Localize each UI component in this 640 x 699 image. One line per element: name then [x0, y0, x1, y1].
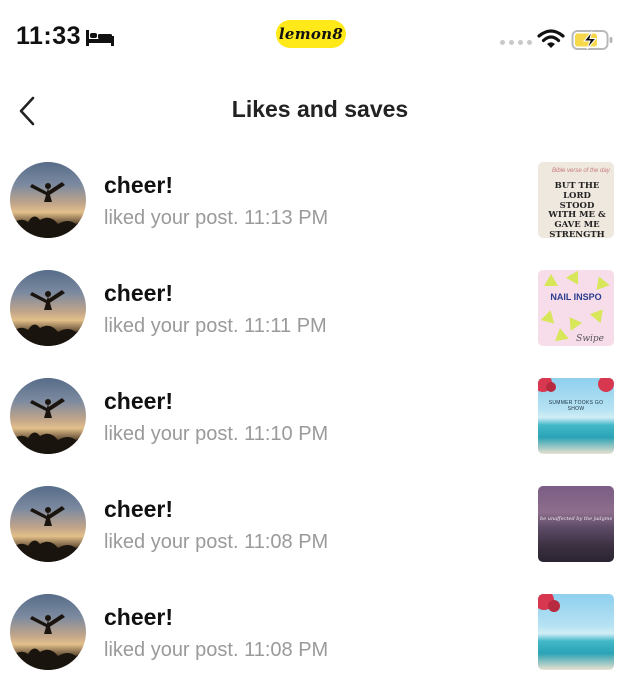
thumb-caption: Bible verse of the day — [552, 168, 610, 174]
status-time: 11:33 — [16, 22, 82, 50]
notification-row[interactable]: cheer! liked your post. 11:13 PM Bible v… — [0, 156, 640, 264]
post-thumbnail[interactable]: SUMMER TOOKS GO SHOW — [538, 378, 614, 454]
user-name[interactable]: cheer! — [104, 388, 173, 415]
thumb-quote: BUT THE LORD STOOD WITH ME & GAVE ME STR… — [548, 181, 606, 238]
avatar[interactable] — [10, 594, 86, 670]
user-name[interactable]: cheer! — [104, 172, 173, 199]
user-name[interactable]: cheer! — [104, 604, 173, 631]
notification-text: liked your post. 11:11 PM — [104, 315, 327, 338]
avatar[interactable] — [10, 378, 86, 454]
notification-row[interactable]: cheer! liked your post. 11:08 PM be unaf… — [0, 480, 640, 588]
notification-action: liked your post. — [104, 207, 239, 229]
user-name[interactable]: cheer! — [104, 280, 173, 307]
notification-text: liked your post. 11:08 PM — [104, 639, 328, 662]
notification-list: cheer! liked your post. 11:13 PM Bible v… — [0, 156, 640, 696]
avatar[interactable] — [10, 270, 86, 346]
post-thumbnail[interactable]: be unaffected by the judgment of others — [538, 486, 614, 562]
post-thumbnail[interactable]: Bible verse of the day BUT THE LORD STOO… — [538, 162, 614, 238]
notification-text: liked your post. 11:13 PM — [104, 207, 328, 230]
notification-time: 11:10 PM — [244, 423, 329, 445]
post-thumbnail[interactable]: NAIL INSPO Swipe — [538, 270, 614, 346]
signal-dots-icon — [500, 40, 532, 45]
notification-action: liked your post. — [104, 639, 239, 661]
status-bar: 11:33 lemon8 — [0, 0, 640, 80]
notification-action: liked your post. — [104, 423, 239, 445]
post-thumbnail[interactable] — [538, 594, 614, 670]
notification-action: liked your post. — [104, 315, 239, 337]
header: Likes and saves — [0, 84, 640, 138]
wifi-icon — [537, 29, 565, 48]
notification-row[interactable]: cheer! liked your post. 11:10 PM SUMMER … — [0, 372, 640, 480]
thumb-title: NAIL INSPO — [550, 292, 602, 302]
notification-time: 11:08 PM — [244, 531, 329, 553]
notification-time: 11:08 PM — [244, 639, 329, 661]
bed-icon — [86, 30, 114, 46]
notification-row[interactable]: cheer! liked your post. 11:08 PM — [0, 588, 640, 696]
notification-time: 11:13 PM — [244, 207, 329, 229]
thumb-swipe-label: Swipe — [576, 334, 604, 344]
notification-row[interactable]: cheer! liked your post. 11:11 PM NAIL IN… — [0, 264, 640, 372]
notification-text: liked your post. 11:10 PM — [104, 423, 328, 446]
user-name[interactable]: cheer! — [104, 496, 173, 523]
notification-text: liked your post. 11:08 PM — [104, 531, 328, 554]
notification-time: 11:11 PM — [244, 315, 327, 337]
app-badge: lemon8 — [276, 20, 346, 48]
avatar[interactable] — [10, 486, 86, 562]
avatar[interactable] — [10, 162, 86, 238]
battery-charging-icon — [571, 30, 613, 50]
page-title: Likes and saves — [231, 96, 409, 122]
thumb-caption: be unaffected by the judgment of others — [540, 516, 612, 522]
thumb-caption: SUMMER TOOKS GO SHOW — [548, 400, 604, 412]
notification-action: liked your post. — [104, 531, 239, 553]
